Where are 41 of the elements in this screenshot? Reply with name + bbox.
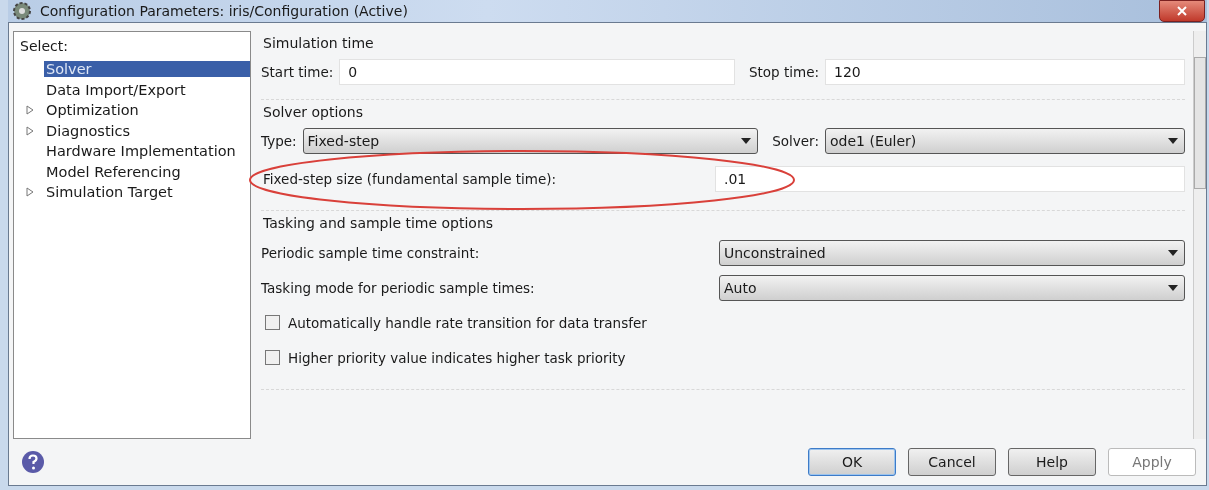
dialog-button[interactable]: OK bbox=[808, 448, 896, 476]
section-heading: Simulation time bbox=[263, 35, 375, 51]
expand-icon[interactable] bbox=[26, 105, 34, 116]
checkbox-label: Automatically handle rate transition for data transfer bbox=[288, 314, 647, 331]
checkbox[interactable] bbox=[265, 350, 280, 365]
field-label: Tasking mode for periodic sample times: bbox=[261, 279, 536, 296]
input-field[interactable]: 120 bbox=[825, 59, 1185, 85]
window-title: Configuration Parameters: iris/Configuration (Active) bbox=[40, 3, 408, 19]
dropdown[interactable]: Auto bbox=[719, 274, 1185, 301]
dialog-button[interactable]: Help bbox=[1008, 448, 1096, 476]
field-label: Stop time: bbox=[748, 64, 819, 80]
checkbox[interactable] bbox=[265, 315, 280, 330]
tree-item[interactable]: Data Import/Export bbox=[44, 81, 250, 98]
dropdown[interactable]: ode1 (Euler) bbox=[825, 128, 1185, 154]
help-icon[interactable] bbox=[21, 450, 45, 474]
input-field[interactable]: .01 bbox=[715, 166, 1185, 192]
gear-icon bbox=[12, 1, 32, 21]
field-label: Fixed-step size (fundamental sample time): bbox=[262, 171, 558, 187]
close-icon bbox=[1177, 6, 1187, 16]
dropdown[interactable]: Unconstrained bbox=[719, 239, 1185, 266]
field-label: Start time: bbox=[261, 64, 334, 80]
tree-item[interactable]: Hardware Implementation bbox=[44, 143, 250, 160]
scrollbar[interactable] bbox=[1193, 31, 1206, 439]
expand-icon[interactable] bbox=[26, 125, 34, 136]
tree-item[interactable]: Solver bbox=[44, 61, 250, 78]
tree-item[interactable]: Simulation Target bbox=[44, 184, 250, 201]
section-heading: Solver options bbox=[263, 104, 364, 120]
dialog-button[interactable]: Cancel bbox=[908, 448, 996, 476]
close-button[interactable] bbox=[1159, 0, 1205, 22]
input-field[interactable]: 0 bbox=[339, 59, 735, 85]
field-label: Type: bbox=[261, 133, 297, 149]
dropdown[interactable]: Fixed-step bbox=[302, 128, 759, 154]
section-heading: Tasking and sample time options bbox=[263, 215, 495, 231]
expand-icon[interactable] bbox=[26, 187, 34, 198]
checkbox-label: Higher priority value indicates higher task priority bbox=[288, 349, 626, 366]
tree-item[interactable]: Diagnostics bbox=[44, 122, 250, 139]
tree-item[interactable]: Optimization bbox=[44, 102, 250, 119]
field-label: Periodic sample time constraint: bbox=[261, 244, 481, 261]
field-label: Solver: bbox=[772, 133, 819, 149]
tree-heading: Select: bbox=[20, 38, 69, 54]
tree-item[interactable]: Model Referencing bbox=[44, 163, 250, 180]
